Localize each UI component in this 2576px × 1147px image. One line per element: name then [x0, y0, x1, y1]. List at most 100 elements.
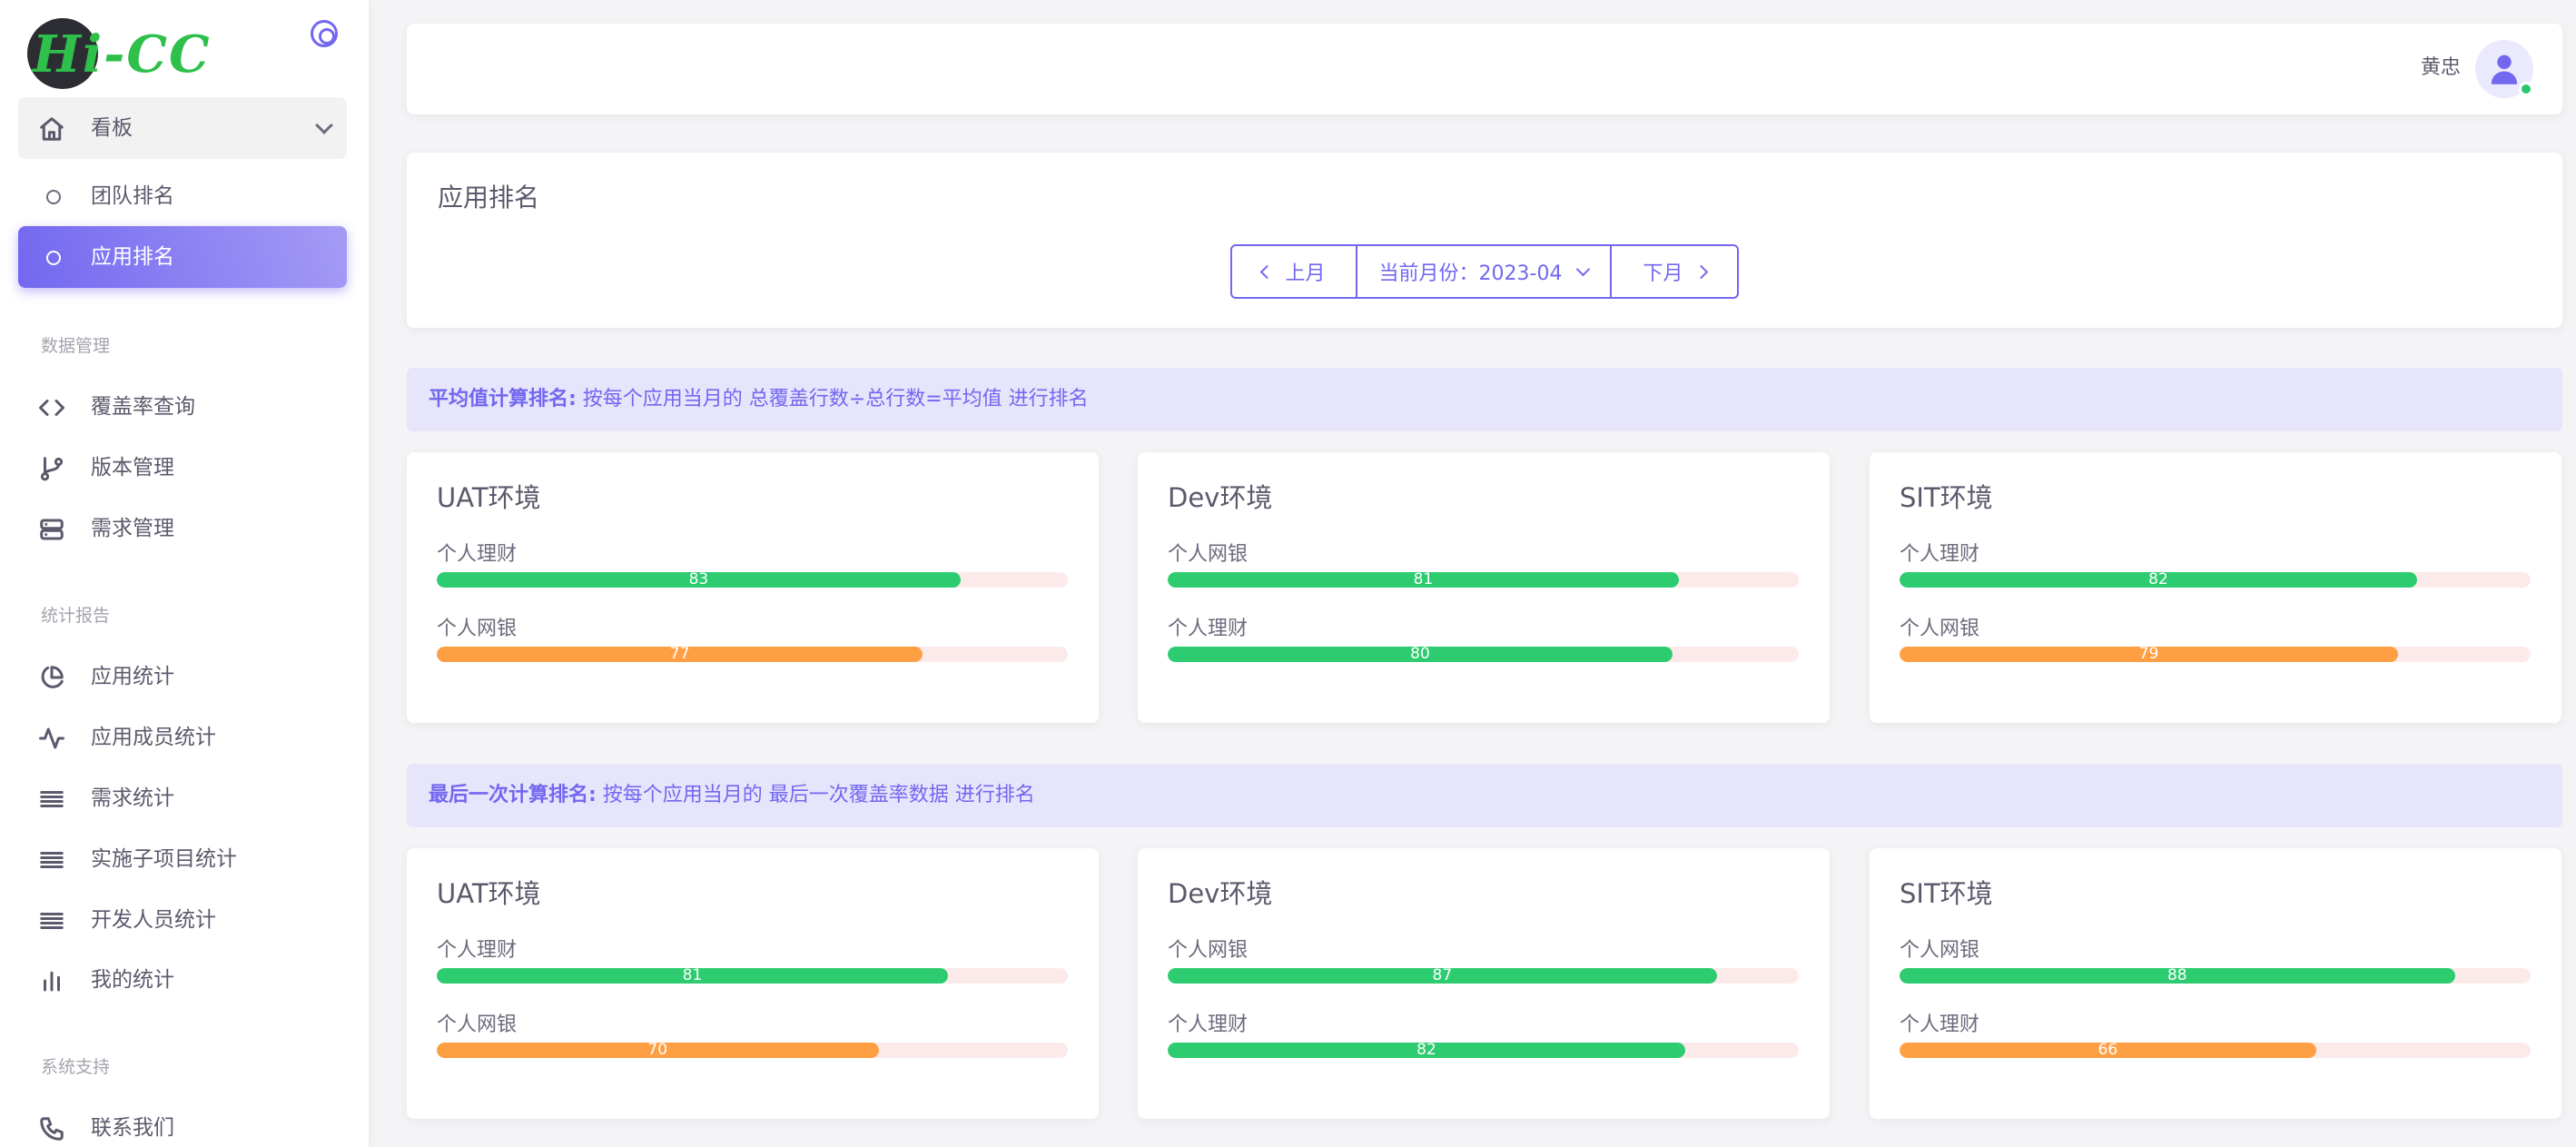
bar-label: 个人理财	[1900, 543, 1980, 566]
sidebar-item-coverage[interactable]: 覆盖率查询	[18, 376, 347, 438]
progress-track: 82	[1168, 1043, 1799, 1058]
bar-label: 个人理财	[1900, 1014, 1980, 1036]
sidebar-item-label: 应用排名	[91, 245, 174, 269]
progress-track: 81	[437, 968, 1068, 984]
sidebar-item-developer-stats[interactable]: 开发人员统计	[18, 889, 347, 951]
user-name[interactable]: 黄忠	[2421, 54, 2461, 82]
bar-label: 个人网银	[1168, 939, 1249, 962]
sidebar: Hi-CC 看板 团队排名 应用排名 数据管理 覆盖率查询 版本管理 需求管理 …	[0, 0, 369, 1147]
progress-bar: 66	[1900, 1043, 2316, 1058]
progress-track: 80	[1168, 647, 1799, 662]
sidebar-item-label: 应用成员统计	[91, 726, 216, 749]
progress-bar: 87	[1168, 968, 1717, 984]
online-status-dot	[2519, 82, 2533, 96]
progress-track: 81	[1168, 572, 1799, 588]
sidebar-item-requirement[interactable]: 需求管理	[18, 498, 347, 559]
section-title-support: 系统支持	[41, 1057, 111, 1077]
progress-track: 88	[1900, 968, 2531, 984]
progress-track: 82	[1900, 572, 2531, 588]
prev-month-label: 上月	[1285, 262, 1326, 285]
current-month-dropdown[interactable]: 当前月份：2023-04	[1357, 246, 1612, 297]
progress-track: 87	[1168, 968, 1799, 984]
progress-bar: 83	[437, 572, 961, 588]
sidebar-item-label: 开发人员统计	[91, 908, 216, 932]
env-title: Dev环境	[1168, 482, 1273, 513]
progress-track: 66	[1900, 1043, 2531, 1058]
last-ranking-note: 最后一次计算排名: 按每个应用当月的 最后一次覆盖率数据 进行排名	[407, 764, 2562, 827]
env-card-avg-uat: UAT环境 个人理财 83 个人网银 77	[407, 452, 1099, 723]
month-switcher: 上月 当前月份：2023-04 下月	[1230, 244, 1739, 299]
progress-track: 83	[437, 572, 1068, 588]
sidebar-item-dashboard[interactable]: 看板	[18, 97, 347, 159]
average-ranking-note: 平均值计算排名: 按每个应用当月的 总覆盖行数÷总行数=平均值 进行排名	[407, 368, 2562, 431]
env-title: UAT环境	[437, 482, 541, 513]
brand-logo[interactable]: Hi-CC	[27, 18, 345, 89]
next-month-label: 下月	[1643, 262, 1683, 285]
progress-bar: 81	[1168, 572, 1679, 588]
env-card-avg-dev: Dev环境 个人网银 81 个人理财 80	[1138, 452, 1830, 723]
progress-bar: 70	[437, 1043, 879, 1058]
git-branch-icon	[40, 457, 64, 481]
user-icon	[2491, 54, 2518, 84]
code-icon	[39, 400, 64, 416]
bar-chart-icon	[44, 971, 60, 992]
progress-track: 79	[1900, 647, 2531, 662]
bar-label: 个人理财	[437, 543, 518, 566]
bar-label: 个人网银	[1900, 618, 1980, 640]
note-title: 平均值计算排名:	[429, 388, 577, 410]
env-card-last-sit: SIT环境 个人网银 88 个人理财 66	[1870, 848, 2561, 1119]
env-card-last-dev: Dev环境 个人网银 87 个人理财 82	[1138, 848, 1830, 1119]
sidebar-item-app-ranking[interactable]: 应用排名	[18, 226, 347, 288]
phone-icon	[40, 1117, 64, 1141]
env-card-last-uat: UAT环境 个人理财 81 个人网银 70	[407, 848, 1099, 1119]
progress-bar: 80	[1168, 647, 1673, 662]
chevron-down-icon	[1576, 262, 1591, 276]
env-title: UAT环境	[437, 878, 541, 909]
sidebar-item-team-ranking[interactable]: 团队排名	[18, 165, 347, 227]
ranking-card: 应用排名 上月 当前月份：2023-04 下月	[407, 153, 2562, 328]
bar-label: 个人理财	[1168, 618, 1249, 640]
progress-bar: 81	[437, 968, 948, 984]
sidebar-item-label: 版本管理	[91, 456, 174, 480]
chevron-right-icon	[1693, 264, 1708, 279]
sidebar-item-subproject-stats[interactable]: 实施子项目统计	[18, 828, 347, 890]
sidebar-item-requirement-stats[interactable]: 需求统计	[18, 767, 347, 829]
list-icon	[40, 913, 64, 929]
sidebar-item-contact[interactable]: 联系我们	[18, 1097, 347, 1147]
list-icon	[40, 791, 64, 807]
top-navbar: 黄忠	[407, 24, 2562, 114]
bar-label: 个人理财	[1168, 1014, 1249, 1036]
sidebar-item-version[interactable]: 版本管理	[18, 437, 347, 499]
sidebar-item-label: 需求管理	[91, 517, 174, 540]
note-text: 按每个应用当月的 总覆盖行数÷总行数=平均值 进行排名	[576, 388, 1089, 410]
logo-text: Hi-CC	[33, 25, 212, 84]
sidebar-item-member-stats[interactable]: 应用成员统计	[18, 707, 347, 768]
list-icon	[40, 852, 64, 868]
prev-month-button[interactable]: 上月	[1232, 246, 1357, 297]
note-title: 最后一次计算排名:	[429, 784, 597, 806]
current-month-label: 当前月份：2023-04	[1378, 262, 1563, 285]
next-month-button[interactable]: 下月	[1612, 246, 1737, 297]
sidebar-item-label: 看板	[91, 116, 133, 140]
section-title-data: 数据管理	[41, 336, 111, 356]
sidebar-item-app-stats[interactable]: 应用统计	[18, 646, 347, 707]
sidebar-item-label: 团队排名	[91, 184, 174, 208]
server-icon	[40, 519, 64, 540]
bar-label: 个人理财	[437, 939, 518, 962]
note-text: 按每个应用当月的 最后一次覆盖率数据 进行排名	[596, 784, 1035, 806]
progress-bar: 82	[1168, 1043, 1685, 1058]
progress-bar: 88	[1900, 968, 2455, 984]
page-title: 应用排名	[438, 183, 540, 213]
sidebar-item-my-stats[interactable]: 我的统计	[18, 949, 347, 1011]
section-title-report: 统计报告	[41, 606, 111, 626]
collapse-sidebar-icon[interactable]	[311, 20, 338, 47]
env-card-avg-sit: SIT环境 个人理财 82 个人网银 79	[1870, 452, 2561, 723]
circle-icon	[46, 251, 61, 265]
progress-bar: 79	[1900, 647, 2399, 662]
progress-track: 70	[437, 1043, 1068, 1058]
sidebar-item-label: 覆盖率查询	[91, 395, 195, 419]
circle-icon	[46, 190, 61, 204]
activity-icon	[39, 727, 64, 749]
pie-chart-icon	[41, 666, 64, 688]
avatar[interactable]	[2475, 40, 2533, 98]
